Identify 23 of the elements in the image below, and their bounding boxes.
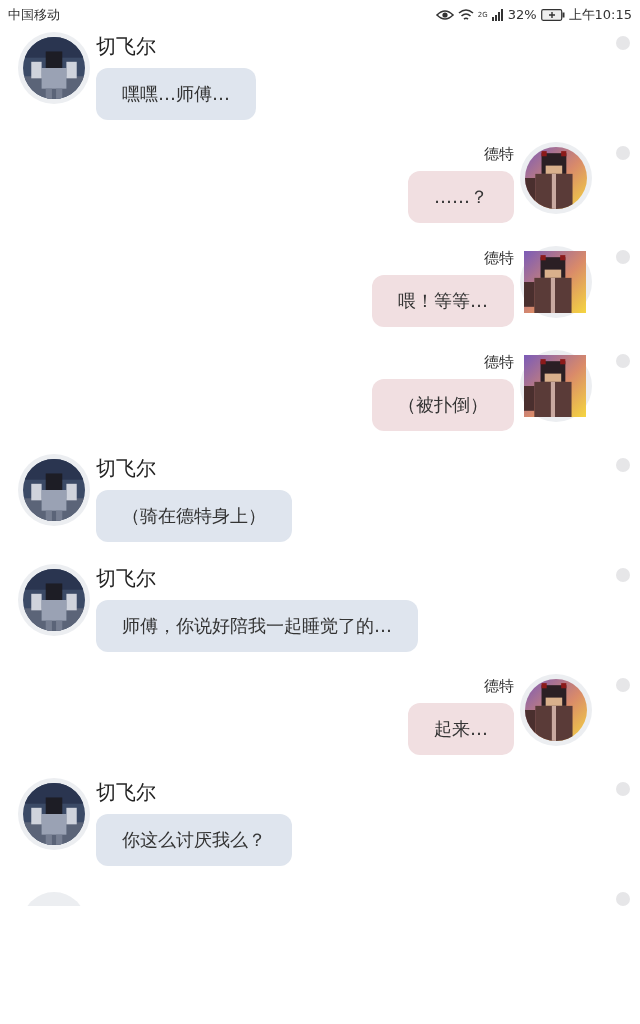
message-bubble: （被扑倒） <box>372 379 514 431</box>
sender-name: 切飞尔 <box>96 779 156 805</box>
message-bubble: 嘿嘿…师傅… <box>96 68 256 120</box>
sender-name: 德特 <box>484 676 514 696</box>
wifi-icon <box>457 8 474 22</box>
message-bubble: 喂！等等… <box>372 275 514 327</box>
sender-name: 切飞尔 <box>96 565 156 591</box>
message-bubble: 起来… <box>408 703 514 755</box>
message-bubble: ……？ <box>408 171 514 223</box>
sender-name: 德特 <box>484 352 514 372</box>
message-bubble: 你这么讨厌我么？ <box>96 814 292 866</box>
sender-name: 切飞尔 <box>96 455 156 481</box>
clock-time: 上午10:15 <box>568 6 632 25</box>
sender-name: 德特 <box>484 248 514 268</box>
battery-icon <box>540 9 565 21</box>
signal-icon <box>491 9 504 21</box>
carrier-name: 中国移动 <box>8 6 60 25</box>
eye-icon <box>435 9 454 21</box>
sender-name: 德特 <box>484 144 514 164</box>
battery-level: 32% <box>507 6 537 25</box>
message-bubble: 师傅，你说好陪我一起睡觉了的… <box>96 600 418 652</box>
sender-name: 切飞尔 <box>96 33 156 59</box>
message-bubble: （骑在德特身上） <box>96 490 292 542</box>
